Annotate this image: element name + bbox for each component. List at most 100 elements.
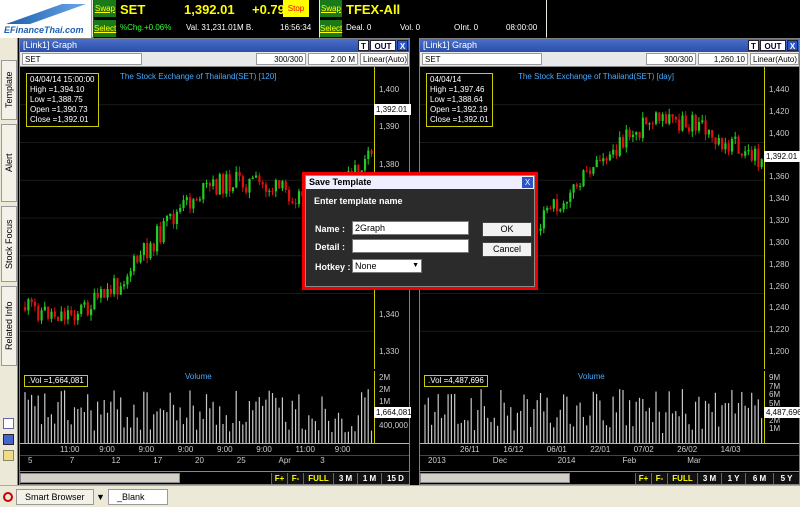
out-button[interactable]: OUT — [760, 40, 786, 51]
candle-body — [757, 148, 760, 168]
name-input[interactable]: 2Graph — [352, 221, 469, 235]
name-label: Name : — [315, 224, 346, 234]
candle-body — [60, 311, 63, 321]
candle-body — [162, 221, 165, 243]
zoom-button-3m[interactable]: 3 M — [697, 473, 721, 484]
horizontal-scrollbar[interactable] — [420, 473, 570, 483]
detail-label: Detail : — [315, 242, 346, 252]
symbol-select[interactable]: SET — [422, 53, 542, 65]
tab-blank[interactable]: _Blank — [108, 489, 168, 505]
last-volume-label: 4,487,696 — [764, 407, 800, 418]
candle-body — [248, 178, 251, 193]
chart-title: The Stock Exchange of Thailand(SET) [120… — [120, 72, 277, 81]
candle-body — [579, 186, 582, 188]
smart-browser-button[interactable]: Smart Browser — [16, 489, 94, 505]
template-button[interactable]: T — [748, 40, 759, 51]
candle-body — [37, 306, 40, 321]
candle-body — [261, 182, 264, 185]
candle-body — [678, 119, 681, 131]
tab-alert[interactable]: Alert — [1, 124, 17, 202]
zoom-button-1m[interactable]: 1 M — [357, 473, 381, 484]
ohlc-info-box: 04/04/14 15:00:00 High =1,394.10 Low =1,… — [26, 73, 99, 127]
candle-body — [575, 184, 578, 187]
open-folder-icon[interactable] — [3, 450, 14, 461]
candle-body — [103, 288, 106, 298]
mvalue-field[interactable]: 2.00 M — [308, 53, 358, 65]
ok-button[interactable]: OK — [482, 222, 532, 237]
candle-body — [43, 306, 46, 311]
horizontal-scrollbar[interactable] — [20, 473, 180, 483]
ticker-symbol: SET — [120, 2, 146, 17]
date-tick: Feb — [622, 456, 637, 465]
stop-button[interactable]: Stop — [283, 0, 309, 17]
candle-body — [33, 302, 37, 307]
efinance-logo[interactable]: EFinanceThai.com — [0, 0, 92, 38]
tfex-time: 08:00:00 — [506, 23, 538, 32]
volume-info: .Vol =1,664,081 — [24, 375, 88, 387]
symbol-select[interactable]: SET — [22, 53, 142, 65]
dialog-close-button[interactable]: X — [522, 177, 533, 188]
candle-body — [241, 176, 244, 188]
candle-body — [625, 129, 628, 148]
candle-body — [734, 136, 737, 139]
candle-body — [73, 314, 76, 321]
close-panel-button[interactable]: X — [397, 40, 408, 51]
tab-template[interactable]: Template — [1, 60, 17, 120]
zoom-button-full[interactable]: FULL — [667, 473, 697, 484]
candle-body — [645, 117, 648, 125]
template-button[interactable]: T — [358, 40, 369, 51]
price-tick: 1,360 — [769, 172, 790, 182]
info-date: 04/04/14 15:00:00 — [30, 75, 95, 84]
zoom-button-fminus[interactable]: F- — [651, 473, 667, 484]
zoom-button-5y[interactable]: 5 Y — [773, 473, 799, 484]
cancel-button[interactable]: Cancel — [482, 242, 532, 257]
tfex-deal: Deal. 0 — [346, 23, 372, 32]
zoom-button-15d[interactable]: 15 D — [381, 473, 409, 484]
candle-body — [284, 181, 287, 190]
zoom-button-3m[interactable]: 3 M — [333, 473, 357, 484]
scale-select[interactable]: Linear(Auto) — [360, 53, 408, 65]
tfex-swap-button[interactable]: Swap — [320, 0, 342, 17]
new-page-icon[interactable] — [3, 418, 14, 429]
candle-body — [648, 123, 651, 125]
candle-body — [179, 207, 182, 212]
tfex-select-button[interactable]: Select — [320, 20, 342, 37]
candle-body — [126, 276, 129, 285]
zoom-button-fplus[interactable]: F+ — [635, 473, 651, 484]
range-field[interactable]: 300/300 — [256, 53, 306, 65]
zoom-button-full[interactable]: FULL — [303, 473, 333, 484]
dropdown-arrow-icon[interactable]: ▼ — [96, 492, 105, 502]
candle-body — [370, 150, 373, 155]
candle-body — [40, 310, 43, 321]
info-close: Close =1,392.01 — [30, 115, 89, 124]
tfex-ticker[interactable]: Stop Swap Select TFEX-All Deal. 0 Vol. 0… — [283, 0, 546, 38]
tab-stock-focus[interactable]: Stock Focus — [1, 206, 17, 282]
save-icon[interactable] — [3, 434, 14, 445]
close-panel-button[interactable]: X — [787, 40, 798, 51]
zoom-button-1y[interactable]: 1 Y — [721, 473, 745, 484]
swap-button[interactable]: Swap — [94, 0, 116, 17]
candle-body — [258, 175, 261, 183]
panel-title: [Link1] Graph — [20, 39, 409, 52]
candle-body — [99, 288, 103, 298]
date-tick: 17 — [153, 456, 163, 465]
detail-input[interactable] — [352, 239, 469, 253]
stop-circle-icon[interactable] — [3, 492, 13, 502]
candle-body — [628, 129, 631, 138]
time-tick: 11:00 — [295, 445, 315, 454]
zoom-button-fplus[interactable]: F+ — [271, 473, 287, 484]
range-field[interactable]: 300/300 — [646, 53, 696, 65]
zoom-button-fminus[interactable]: F- — [287, 473, 303, 484]
candle-body — [251, 177, 254, 179]
hotkey-select[interactable]: None ▼ — [352, 259, 422, 273]
select-button[interactable]: Select — [94, 20, 116, 37]
out-button[interactable]: OUT — [370, 40, 396, 51]
tab-related-info[interactable]: Related Info — [1, 286, 17, 366]
candle-body — [559, 209, 562, 212]
candle-body — [565, 201, 569, 204]
price-tick: 1,420 — [769, 106, 790, 116]
scale-select[interactable]: Linear(Auto) — [750, 53, 799, 65]
candle-body — [721, 137, 724, 150]
mvalue-field[interactable]: 1,260.10 — [698, 53, 748, 65]
zoom-button-6m[interactable]: 6 M — [745, 473, 773, 484]
